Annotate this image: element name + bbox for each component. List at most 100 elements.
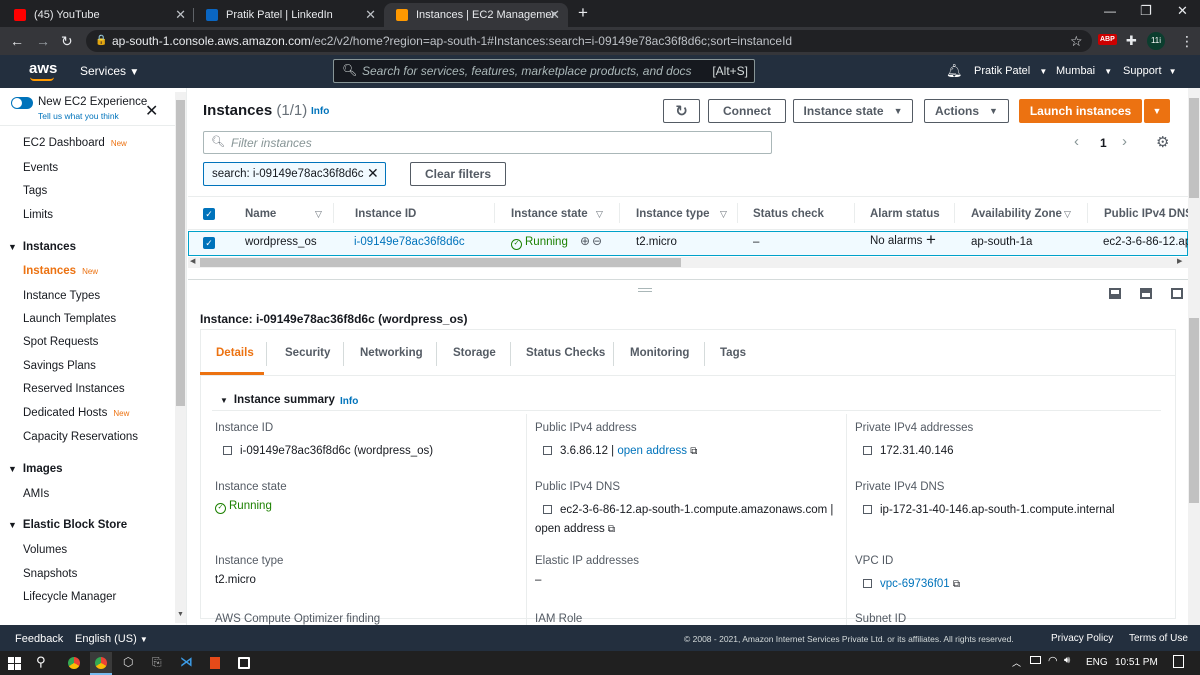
adblock-icon[interactable]: ABP <box>1098 34 1117 45</box>
browser-menu-icon[interactable]: ⋮ <box>1180 31 1194 51</box>
notification-icon[interactable] <box>1173 655 1184 668</box>
reload-icon[interactable]: ↻ <box>61 31 73 51</box>
url-field[interactable]: 🔒 ap-south-1.console.aws.amazon.com/ec2/… <box>86 30 1092 52</box>
chrome-icon[interactable] <box>68 657 80 669</box>
bookmark-star-icon[interactable]: ☆ <box>1070 31 1083 51</box>
sidebar-scrollbar-thumb[interactable] <box>176 100 185 406</box>
scroll-right-icon[interactable]: ▶ <box>1177 257 1182 265</box>
add-alarm-icon[interactable]: + <box>926 230 936 250</box>
scroll-left-icon[interactable]: ◀ <box>190 257 195 265</box>
table-h-scrollbar-thumb[interactable] <box>200 258 681 267</box>
feedback-link[interactable]: Feedback <box>15 633 63 645</box>
sidebar-section-images[interactable]: ▼ Images <box>8 463 63 475</box>
copy-icon[interactable] <box>543 446 552 455</box>
filter-instances-input[interactable]: 🔍︎ Filter instances <box>203 131 772 154</box>
region-menu[interactable]: Mumbai ▼ <box>1056 65 1112 77</box>
open-address-link[interactable]: open address <box>535 523 605 535</box>
extensions-puzzle-icon[interactable]: ✚ <box>1126 31 1137 51</box>
close-icon[interactable]: ✕ <box>175 7 186 23</box>
sidebar-item-snapshots[interactable]: Snapshots <box>23 568 77 580</box>
copy-icon[interactable] <box>863 446 872 455</box>
windows-start-icon[interactable] <box>8 657 21 670</box>
col-availability-zone[interactable]: Availability Zone <box>971 208 1062 220</box>
language-indicator[interactable]: ENG <box>1086 657 1108 668</box>
privacy-link[interactable]: Privacy Policy <box>1051 633 1113 644</box>
sidebar-item-dedicated-hosts[interactable]: Dedicated Hosts New <box>23 407 129 419</box>
sidebar-section-ebs[interactable]: ▼ Elastic Block Store <box>8 519 127 531</box>
instance-state-button[interactable]: Instance state ▼ <box>793 99 913 123</box>
table-row[interactable] <box>188 231 1188 256</box>
connect-button[interactable]: Connect <box>708 99 786 123</box>
back-icon[interactable]: ← <box>10 31 24 51</box>
restore-icon[interactable]: ❐ <box>1140 3 1152 19</box>
new-experience-toggle[interactable] <box>11 97 33 109</box>
copy-icon[interactable] <box>223 446 232 455</box>
sort-icon[interactable]: ▽ <box>720 209 727 220</box>
vpc-link[interactable]: vpc-69736f01 <box>880 578 950 590</box>
forward-icon[interactable]: → <box>36 31 50 51</box>
launch-dropdown-button[interactable]: ▼ <box>1144 99 1170 123</box>
close-icon[interactable]: ✕ <box>365 7 376 23</box>
profile-avatar[interactable]: 11i <box>1147 32 1165 50</box>
col-alarm-status[interactable]: Alarm status <box>870 208 940 220</box>
minimize-icon[interactable]: — <box>1104 4 1116 18</box>
sort-icon[interactable]: ▽ <box>596 209 603 220</box>
taskbar-active-app[interactable] <box>90 652 112 675</box>
services-search-input[interactable]: 🔍︎ Search for services, features, market… <box>333 59 755 83</box>
split-top-icon[interactable] <box>1140 288 1152 299</box>
col-instance-id[interactable]: Instance ID <box>355 208 416 220</box>
volume-icon[interactable]: 🔊︎ <box>1064 655 1070 666</box>
new-tab-icon[interactable]: + <box>578 3 588 23</box>
copy-icon[interactable] <box>863 505 872 514</box>
tab-monitoring[interactable]: Monitoring <box>630 347 689 359</box>
window-close-icon[interactable]: ✕ <box>1177 3 1188 19</box>
aws-logo[interactable]: aws <box>29 60 57 77</box>
sidebar-item-volumes[interactable]: Volumes <box>23 544 67 556</box>
info-link[interactable]: Info <box>311 106 329 117</box>
refresh-button[interactable]: ↻ <box>663 99 700 123</box>
scroll-down-icon[interactable]: ▼ <box>177 611 184 618</box>
virtualbox-icon[interactable]: ⬡ <box>123 655 133 669</box>
sidebar-item-instances[interactable]: Instances New <box>23 265 98 277</box>
sidebar-item-amis[interactable]: AMIs <box>23 488 49 500</box>
tab-networking[interactable]: Networking <box>360 347 423 359</box>
wifi-icon[interactable]: ◠ <box>1048 654 1058 667</box>
row-checkbox[interactable]: ✓ <box>203 237 215 249</box>
tab-storage[interactable]: Storage <box>453 347 496 359</box>
drag-handle-icon[interactable] <box>638 288 652 292</box>
page-number[interactable]: 1 <box>1100 136 1107 150</box>
col-public-dns[interactable]: Public IPv4 DNS <box>1104 208 1188 220</box>
cell-instance-id[interactable]: i-09149e78ac36f8d6c <box>354 236 465 248</box>
taskbar-app-icon[interactable] <box>238 657 250 669</box>
sort-icon[interactable]: ▽ <box>315 209 322 220</box>
close-icon[interactable]: ✕ <box>145 101 158 121</box>
network-app-icon[interactable]: ⎘ <box>152 655 162 670</box>
sidebar-item-capacity-reservations[interactable]: Capacity Reservations <box>23 431 138 443</box>
select-all-checkbox[interactable]: ✓ <box>203 208 215 220</box>
prev-page-icon[interactable]: ‹ <box>1074 133 1079 150</box>
office-icon[interactable] <box>210 657 220 669</box>
settings-gear-icon[interactable]: ⚙ <box>1156 133 1169 151</box>
actions-button[interactable]: Actions ▼ <box>924 99 1009 123</box>
col-instance-type[interactable]: Instance type <box>636 208 710 220</box>
account-menu[interactable]: Pratik Patel ▼ <box>974 65 1047 77</box>
copy-icon[interactable] <box>863 579 872 588</box>
tab-status-checks[interactable]: Status Checks <box>526 347 605 359</box>
external-link-icon[interactable]: ⧉ <box>690 446 697 457</box>
sort-icon[interactable]: ▽ <box>1064 209 1071 220</box>
remove-filter-icon[interactable]: ✕ <box>367 165 379 182</box>
zoom-out-icon[interactable]: ⊖ <box>592 234 602 248</box>
open-address-dns[interactable]: open address ⧉ <box>535 523 615 535</box>
external-link-icon[interactable]: ⧉ <box>608 524 615 535</box>
sidebar-item-savings-plans[interactable]: Savings Plans <box>23 360 96 372</box>
detail-scrollbar-thumb[interactable] <box>1189 318 1199 503</box>
tab-security[interactable]: Security <box>285 347 330 359</box>
copy-icon[interactable] <box>543 505 552 514</box>
terms-link[interactable]: Terms of Use <box>1129 633 1188 644</box>
services-menu[interactable]: Services ▼ <box>80 64 139 78</box>
next-page-icon[interactable]: › <box>1122 133 1127 150</box>
split-bottom-icon[interactable] <box>1109 288 1121 299</box>
sidebar-item-instance-types[interactable]: Instance Types <box>23 290 100 302</box>
sidebar-item-tags[interactable]: Tags <box>23 185 47 197</box>
info-link[interactable]: Info <box>340 396 358 407</box>
